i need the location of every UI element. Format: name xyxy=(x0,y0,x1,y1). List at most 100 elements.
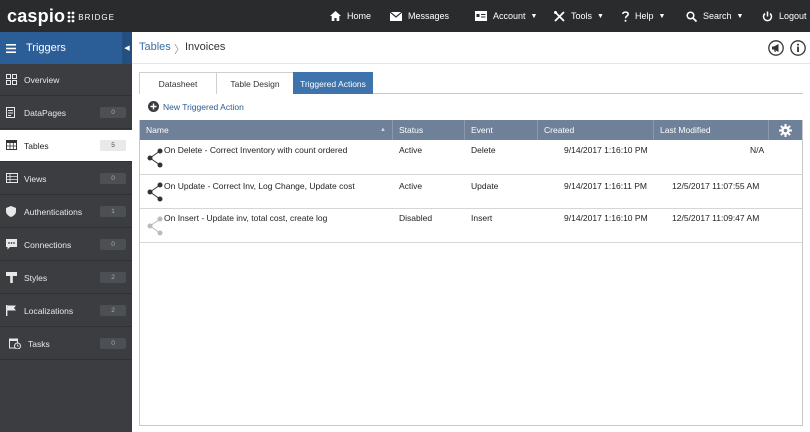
trigger-created: 9/14/2017 1:16:11 PM xyxy=(564,180,648,191)
help-icon xyxy=(622,10,629,22)
sidebar-item-label: Connections xyxy=(24,239,72,250)
nav-home[interactable]: Home xyxy=(330,0,371,32)
caspio-logo[interactable]: caspio BRIDGE xyxy=(7,6,115,27)
trigger-name[interactable]: On Delete - Correct Inventory with count… xyxy=(164,133,347,166)
sidebar-item-localizations[interactable]: Localizations 2 xyxy=(0,295,132,327)
count-badge: 0 xyxy=(100,239,126,250)
trigger-status: Disabled xyxy=(399,212,433,223)
connections-icon xyxy=(6,239,17,250)
nav-help-label: Help xyxy=(635,11,654,21)
breadcrumb-tables-link[interactable]: Tables xyxy=(139,41,171,53)
breadcrumb-separator: 〉 xyxy=(174,44,185,56)
sidebar-item-label: Tasks xyxy=(28,338,50,349)
sidebar-item-connections[interactable]: Connections 0 xyxy=(0,229,132,261)
trigger-name[interactable]: On Update - Correct Inv, Log Change, Upd… xyxy=(164,169,355,202)
sidebar-item-label: Styles xyxy=(24,272,48,283)
megaphone-icon[interactable] xyxy=(768,40,784,56)
table-tabs: Datasheet Table Design Triggered Actions xyxy=(139,72,803,94)
sidebar-header: Triggers ◀ xyxy=(0,32,132,64)
nav-tools[interactable]: Tools ▼ xyxy=(554,0,604,32)
trigger-last-modified: N/A xyxy=(750,144,765,155)
count-badge: 5 xyxy=(100,140,126,151)
table-row[interactable]: On Insert - Update inv, total cost, crea… xyxy=(140,209,802,243)
new-triggered-action-button[interactable]: New Triggered Action xyxy=(148,101,244,112)
trigger-last-modified: 12/5/2017 11:07:55 AM xyxy=(672,180,760,191)
styles-icon xyxy=(6,272,17,283)
sidebar-item-label: Tables xyxy=(24,140,49,151)
column-header-label: Last Modified xyxy=(660,125,711,135)
tab-datasheet[interactable]: Datasheet xyxy=(139,72,217,94)
flag-icon xyxy=(6,305,16,316)
tab-label: Triggered Actions xyxy=(300,78,366,89)
tab-table-design[interactable]: Table Design xyxy=(216,72,294,94)
sidebar-item-datapages[interactable]: DataPages 0 xyxy=(0,97,132,129)
nav-home-label: Home xyxy=(347,11,372,21)
sidebar-item-label: Authentications xyxy=(24,206,83,217)
count-badge: 0 xyxy=(100,107,126,118)
nav-help[interactable]: Help ▼ xyxy=(622,0,665,32)
trigger-event: Delete xyxy=(471,144,496,155)
tools-icon xyxy=(554,10,565,22)
count-badge: 0 xyxy=(100,338,126,349)
sidebar-item-views[interactable]: Views 0 xyxy=(0,163,132,195)
trigger-event: Insert xyxy=(471,212,493,223)
nav-logout[interactable]: Logout xyxy=(762,0,807,32)
plus-circle-icon xyxy=(148,101,159,112)
trigger-status: Active xyxy=(399,180,423,191)
power-icon xyxy=(762,11,773,21)
count-badge: 0 xyxy=(100,173,126,184)
sort-ascending-icon: ▲ xyxy=(380,127,386,133)
gear-icon xyxy=(779,123,792,137)
sidebar-item-label: Views xyxy=(24,173,47,184)
tables-icon xyxy=(6,140,17,150)
help-dropdown-caret: ▼ xyxy=(658,12,666,20)
sidebar-collapse-button[interactable]: ◀ xyxy=(122,32,132,64)
overview-icon xyxy=(6,74,17,85)
trigger-created: 9/14/2017 1:16:10 PM xyxy=(564,144,648,155)
trigger-created: 9/14/2017 1:16:10 PM xyxy=(564,212,648,223)
share-nodes-icon xyxy=(147,182,163,202)
sidebar-item-tables[interactable]: Tables 5 xyxy=(0,130,132,162)
tab-triggered-actions[interactable]: Triggered Actions xyxy=(293,72,373,94)
tools-dropdown-caret: ▼ xyxy=(597,12,604,20)
nav-account[interactable]: Account ▼ xyxy=(475,0,537,32)
envelope-icon xyxy=(390,11,402,21)
trigger-name[interactable]: On Insert - Update inv, total cost, crea… xyxy=(164,201,327,234)
trigger-event: Update xyxy=(471,180,499,191)
share-nodes-disabled-icon xyxy=(147,216,163,236)
account-icon xyxy=(475,11,487,21)
hamburger-menu-icon[interactable] xyxy=(6,43,16,53)
breadcrumb: Tables 〉 Invoices xyxy=(132,32,810,64)
nav-search[interactable]: Search ▼ xyxy=(686,0,743,32)
brand-name: caspio xyxy=(7,6,66,26)
views-icon xyxy=(6,173,18,183)
page-title: Invoices xyxy=(185,41,226,53)
nav-messages-label: Messages xyxy=(408,11,450,21)
count-badge: 2 xyxy=(100,305,126,316)
datapages-icon xyxy=(6,107,15,118)
home-icon xyxy=(330,11,341,21)
grid-settings-button[interactable] xyxy=(769,120,802,140)
tasks-icon xyxy=(9,338,21,349)
sidebar-item-tasks[interactable]: Tasks 0 xyxy=(0,328,132,360)
tab-label: Datasheet xyxy=(158,78,198,89)
new-triggered-action-label: New Triggered Action xyxy=(163,101,244,112)
brand-suffix: BRIDGE xyxy=(78,13,115,22)
trigger-last-modified: 12/5/2017 11:09:47 AM xyxy=(672,212,760,223)
sidebar: Triggers ◀ Overview DataPages 0 Tables 5… xyxy=(0,32,132,432)
sidebar-item-authentications[interactable]: Authentications 1 xyxy=(0,196,132,228)
nav-tools-label: Tools xyxy=(571,11,593,21)
count-badge: 2 xyxy=(100,272,126,283)
info-icon[interactable] xyxy=(790,40,806,56)
nav-search-label: Search xyxy=(703,11,732,21)
nav-messages[interactable]: Messages xyxy=(390,0,449,32)
top-navigation-bar: caspio BRIDGE Home Messages Account ▼ To… xyxy=(0,0,810,32)
sidebar-item-styles[interactable]: Styles 2 xyxy=(0,262,132,294)
sidebar-item-overview[interactable]: Overview xyxy=(0,64,132,96)
triggered-actions-grid: Name ▲ Status Event Created Last Modifie… xyxy=(139,120,803,426)
search-icon xyxy=(686,10,697,22)
sidebar-title: Triggers xyxy=(26,42,66,54)
sidebar-item-label: Localizations xyxy=(24,305,74,316)
nav-logout-label: Logout xyxy=(779,11,807,21)
tab-label: Table Design xyxy=(230,78,280,89)
